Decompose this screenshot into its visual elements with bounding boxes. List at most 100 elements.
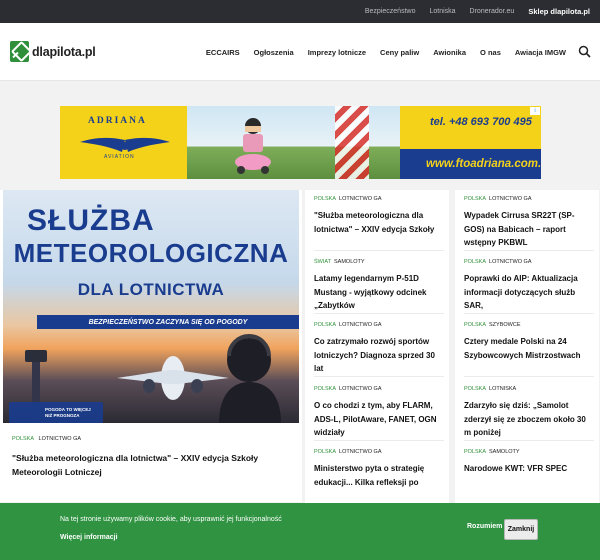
featured-article[interactable]: SŁUŻBA METEOROLOGICZNA DLA LOTNICTWA BEZ… — [0, 190, 302, 502]
article-card[interactable]: POLSKA LOTNICTWO GA Ministerstwo pyta o s… — [314, 449, 444, 489]
divider — [464, 250, 594, 251]
category-link[interactable]: POLSKA — [314, 386, 336, 392]
featured-image-band: BEZPIECZEŃSTWO ZACZYNA SIĘ OD POGODY — [37, 315, 299, 329]
cookie-close-button[interactable]: Zamknij — [504, 519, 538, 540]
site-header: dlapilota.pl ECCAIRS Ogłoszenia Imprezy … — [0, 23, 600, 81]
nav-item-awiacja-imgw[interactable]: Awiacja IMGW — [515, 48, 566, 57]
cookie-accept-button[interactable]: Rozumiem — [467, 523, 502, 530]
topbar-link-lotniska[interactable]: Lotniska — [429, 8, 455, 15]
featured-image-badge: POGODA TO WIĘCEJ NIŻ PROGNOZA — [9, 402, 103, 423]
ad-url[interactable]: www.ftoadriana.com.pl — [426, 158, 541, 170]
divider — [464, 440, 594, 441]
featured-image-title-1: SŁUŻBA — [27, 204, 155, 237]
featured-image[interactable]: SŁUŻBA METEOROLOGICZNA DLA LOTNICTWA BEZ… — [3, 190, 299, 423]
article-column-2: POLSKA LOTNICTWO GA Wypadek Cirrusa SR22T… — [455, 190, 599, 505]
ad-photo — [187, 106, 400, 179]
category-link[interactable]: LOTNICTWO GA — [339, 196, 381, 202]
nav-item-o-nas[interactable]: O nas — [480, 48, 501, 57]
article-title[interactable]: O co chodzi z tym, aby FLARM, ADS-L, Pil… — [314, 399, 444, 440]
category-link[interactable]: LOTNICTWO GA — [339, 322, 381, 328]
article-categories: POLSKA SAMOLOTY — [464, 449, 594, 455]
article-card[interactable]: POLSKA LOTNICTWO GA Co zatrzymało rozwój … — [314, 322, 444, 376]
article-card[interactable]: POLSKA SAMOLOTY Narodowe KWT: VFR SPEC — [464, 449, 594, 476]
category-link[interactable]: LOTNICTWO GA — [489, 259, 531, 265]
category-link[interactable]: LOTNISKA — [489, 386, 516, 392]
article-title[interactable]: Zdarzyło się dziś: „Samolot zderzył się … — [464, 399, 594, 440]
ad-url-band: www.ftoadriana.com.pl — [400, 149, 541, 179]
article-card[interactable]: POLSKA LOTNICTWO GA "Służba meteorologicz… — [314, 196, 444, 236]
logo-text: dlapilota.pl — [32, 44, 96, 59]
category-link[interactable]: LOTNICTWO GA — [39, 436, 81, 442]
main-nav: ECCAIRS Ogłoszenia Imprezy lotnicze Ceny… — [206, 23, 566, 81]
category-link[interactable]: POLSKA — [12, 436, 34, 442]
article-title[interactable]: "Służba meteorologiczna dla lotnictwa" –… — [314, 209, 444, 236]
category-link[interactable]: POLSKA — [464, 259, 486, 265]
article-title[interactable]: Cztery medale Polski na 24 Szybowcowych … — [464, 335, 594, 362]
article-categories: POLSKA LOTNICTWO GA — [314, 449, 444, 455]
category-link[interactable]: POLSKA — [314, 322, 336, 328]
nav-item-eccairs[interactable]: ECCAIRS — [206, 48, 240, 57]
featured-categories: POLSKA LOTNICTWO GA — [12, 436, 81, 442]
featured-image-title-2: METEOROLOGICZNA — [13, 238, 289, 268]
wings-icon — [80, 137, 170, 152]
category-link[interactable]: SAMOLOTY — [489, 449, 520, 455]
article-categories: POLSKA LOTNICTWO GA — [314, 386, 444, 392]
search-icon[interactable] — [578, 45, 591, 58]
article-title[interactable]: Ministerstwo pyta o strategię edukacji..… — [314, 462, 444, 489]
article-title[interactable]: Poprawki do AIP: Aktualizacja informacji… — [464, 272, 594, 313]
article-categories: POLSKA LOTNISKA — [464, 386, 594, 392]
topbar-link-shop[interactable]: Sklep dlapilota.pl — [528, 7, 590, 16]
topbar-link-bezpieczenstwo[interactable]: Bezpieczeństwo — [365, 8, 416, 15]
article-card[interactable]: ŚWIAT SAMOLOTY Latamy legendarnym P-51D M… — [314, 259, 444, 313]
featured-image-title-3: DLA LOTNICTWA — [77, 280, 225, 299]
category-link[interactable]: SAMOLOTY — [334, 259, 365, 265]
nav-item-imprezy[interactable]: Imprezy lotnicze — [308, 48, 366, 57]
category-link[interactable]: POLSKA — [464, 322, 486, 328]
article-categories: POLSKA LOTNICTWO GA — [464, 196, 594, 202]
category-link[interactable]: POLSKA — [464, 386, 486, 392]
article-card[interactable]: POLSKA LOTNICTWO GA O co chodzi z tym, ab… — [314, 386, 444, 440]
article-title[interactable]: Wypadek Cirrusa SR22T (SP-GOS) na Babica… — [464, 209, 594, 250]
category-link[interactable]: ŚWIAT — [314, 259, 331, 265]
article-categories: POLSKA LOTNICTWO GA — [314, 196, 444, 202]
ad-info-icon[interactable]: i — [530, 107, 540, 115]
ad-logo-area: ADRIANA AVIATION — [60, 106, 201, 179]
pilot-silhouette — [219, 334, 281, 423]
site-logo[interactable]: dlapilota.pl — [10, 41, 96, 62]
child-pilot-illustration — [235, 118, 271, 174]
category-link[interactable]: POLSKA — [314, 196, 336, 202]
cookie-more-link[interactable]: Więcej informacji — [60, 534, 118, 541]
category-link[interactable]: LOTNICTWO GA — [489, 196, 531, 202]
ad-banner[interactable]: ADRIANA AVIATION tel. +48 693 700 495 ww… — [60, 106, 541, 179]
article-categories: POLSKA LOTNICTWO GA — [314, 322, 444, 328]
nav-item-ceny-paliw[interactable]: Ceny paliw — [380, 48, 419, 57]
category-link[interactable]: POLSKA — [464, 196, 486, 202]
article-card[interactable]: POLSKA LOTNICTWO GA Poprawki do AIP: Aktu… — [464, 259, 594, 313]
article-title[interactable]: Narodowe KWT: VFR SPEC — [464, 462, 594, 476]
topbar-link-dronerador[interactable]: Dronerador.eu — [470, 8, 515, 15]
category-link[interactable]: SZYBOWCE — [489, 322, 520, 328]
featured-title[interactable]: "Służba meteorologiczna dla lotnictwa" –… — [12, 451, 292, 479]
featured-image-badge-text: POGODA TO WIĘCEJ NIŻ PROGNOZA — [45, 407, 91, 418]
category-link[interactable]: POLSKA — [464, 449, 486, 455]
nav-item-ogloszenia[interactable]: Ogłoszenia — [254, 48, 294, 57]
divider — [314, 250, 444, 251]
article-card[interactable]: POLSKA LOTNICTWO GA Wypadek Cirrusa SR22T… — [464, 196, 594, 250]
top-bar: Bezpieczeństwo Lotniska Dronerador.eu Sk… — [0, 0, 600, 23]
article-categories: ŚWIAT SAMOLOTY — [314, 259, 444, 265]
article-card[interactable]: POLSKA SZYBOWCE Cztery medale Polski na 2… — [464, 322, 594, 362]
category-link[interactable]: POLSKA — [314, 449, 336, 455]
article-title[interactable]: Co zatrzymało rozwój sportów lotniczych?… — [314, 335, 444, 376]
article-title[interactable]: Latamy legendarnym P-51D Mustang - wyjąt… — [314, 272, 444, 313]
cookie-bar: Na tej stronie używamy plików cookie, ab… — [0, 503, 600, 560]
logo-mark-icon — [10, 41, 29, 62]
ad-contact-area: tel. +48 693 700 495 www.ftoadriana.com.… — [400, 106, 541, 179]
cookie-message: Na tej stronie używamy plików cookie, ab… — [60, 516, 282, 523]
article-card[interactable]: POLSKA LOTNISKA Zdarzyło się dziś: „Samol… — [464, 386, 594, 440]
divider — [314, 440, 444, 441]
divider — [314, 376, 444, 377]
divider — [464, 313, 594, 314]
category-link[interactable]: LOTNICTWO GA — [339, 386, 381, 392]
nav-item-awionika[interactable]: Awionika — [433, 48, 466, 57]
category-link[interactable]: LOTNICTWO GA — [339, 449, 381, 455]
